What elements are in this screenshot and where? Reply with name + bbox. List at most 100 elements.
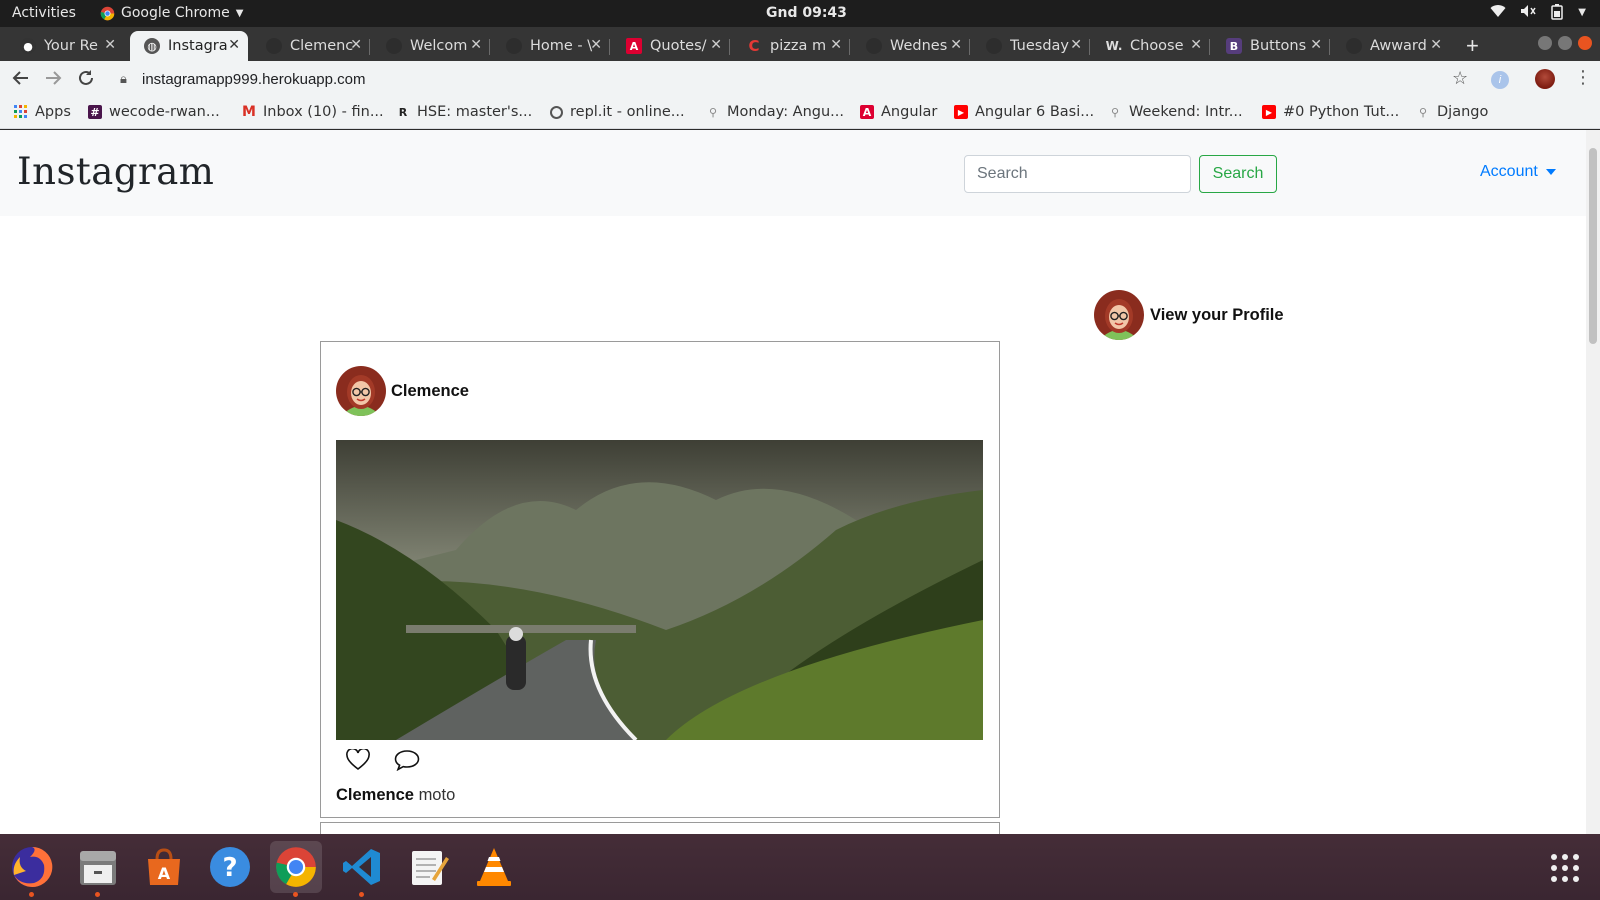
tab-strip: ● Your Re ✕ ◍ Instagra ✕ Clemenc ✕ Welco… xyxy=(0,27,1600,61)
bookmark-weekend[interactable]: ⚲ Weekend: Intr... xyxy=(1108,104,1243,120)
bookmark-label: Monday: Angu... xyxy=(727,104,845,120)
bookmark-inbox[interactable]: M Inbox (10) - fin... xyxy=(242,104,384,120)
running-indicator xyxy=(359,892,364,897)
bookmark-label: #0 Python Tut... xyxy=(1283,104,1400,120)
bookmark-angular[interactable]: A Angular xyxy=(860,104,937,120)
tab-2[interactable]: Clemenc ✕ xyxy=(252,31,370,61)
close-icon[interactable]: ✕ xyxy=(710,37,722,53)
reload-icon[interactable] xyxy=(77,69,95,92)
avatar[interactable] xyxy=(336,366,386,416)
tab-4[interactable]: Home - \ ✕ xyxy=(492,31,610,61)
page-scrollbar[interactable] xyxy=(1586,130,1600,834)
help-icon[interactable]: ? xyxy=(204,841,256,893)
activities-button[interactable]: Activities xyxy=(12,5,76,21)
search-input[interactable] xyxy=(964,155,1191,193)
post-username[interactable]: Clemence xyxy=(391,382,469,401)
tab-8[interactable]: Tuesday ✕ xyxy=(972,31,1090,61)
bookmark-label: wecode-rwan... xyxy=(109,104,220,120)
close-icon[interactable]: ✕ xyxy=(830,37,842,53)
profile-avatar-icon[interactable] xyxy=(1535,69,1555,89)
globe-icon: ◍ xyxy=(144,38,160,54)
lock-icon[interactable]: 🔒︎ xyxy=(120,71,127,87)
text-editor-icon[interactable] xyxy=(402,841,454,893)
tab-3[interactable]: Welcom ✕ xyxy=(372,31,490,61)
account-label: Account xyxy=(1480,163,1538,180)
close-icon[interactable]: ✕ xyxy=(1430,37,1442,53)
close-icon[interactable]: ✕ xyxy=(1310,37,1322,53)
bookmark-python[interactable]: ▶ #0 Python Tut... xyxy=(1262,104,1399,120)
view-profile-link[interactable]: View your Profile xyxy=(1094,290,1284,340)
show-applications-button[interactable] xyxy=(1551,854,1579,882)
maximize-button[interactable] xyxy=(1558,36,1572,50)
tab-11[interactable]: Awward ✕ xyxy=(1332,31,1450,61)
tab-0[interactable]: ● Your Re ✕ xyxy=(6,31,124,61)
account-dropdown[interactable]: Account xyxy=(1480,163,1556,181)
menu-kebab-icon[interactable]: ⋮ xyxy=(1574,67,1592,88)
vscode-icon[interactable] xyxy=(336,841,388,897)
system-tray[interactable]: ▼ xyxy=(1490,4,1586,24)
bookmark-replit[interactable]: repl.it - online... xyxy=(550,104,685,120)
scrollbar-thumb[interactable] xyxy=(1589,148,1597,344)
github-icon xyxy=(866,38,882,54)
close-icon[interactable]: ✕ xyxy=(228,37,240,53)
forward-arrow-icon[interactable] xyxy=(44,69,62,92)
new-tab-button[interactable]: + xyxy=(1466,33,1479,59)
close-icon[interactable]: ✕ xyxy=(1190,37,1202,53)
bookmark-wecode[interactable]: # wecode-rwan... xyxy=(88,104,220,120)
star-icon[interactable]: ☆ xyxy=(1452,68,1468,89)
bookmark-hse[interactable]: R HSE: master's... xyxy=(396,104,533,120)
youtube-icon: ▶ xyxy=(954,105,968,119)
minimize-button[interactable] xyxy=(1538,36,1552,50)
vlc-icon[interactable] xyxy=(468,841,520,893)
back-arrow-icon[interactable] xyxy=(12,69,30,92)
close-icon[interactable]: ✕ xyxy=(590,37,602,53)
bookmark-monday[interactable]: ⚲ Monday: Angu... xyxy=(706,104,844,120)
chevron-down-icon: ▼ xyxy=(235,7,244,19)
tab-6[interactable]: C pizza m ✕ xyxy=(732,31,850,61)
post-actions xyxy=(346,747,420,776)
firefox-icon[interactable] xyxy=(6,841,58,897)
clock[interactable]: Gnd 09:43 xyxy=(766,5,847,21)
bookmark-label: Django xyxy=(1437,104,1489,120)
caption-username[interactable]: Clemence xyxy=(336,786,414,804)
angular-icon: A xyxy=(626,38,642,54)
heart-icon[interactable] xyxy=(346,747,370,776)
pin-icon: ⚲ xyxy=(1418,105,1428,119)
page-viewport: Instagram Search Account View your Profi… xyxy=(0,130,1586,834)
app-name: Google Chrome xyxy=(121,5,230,21)
close-window-button[interactable] xyxy=(1578,36,1592,50)
close-icon[interactable]: ✕ xyxy=(1070,37,1082,53)
close-icon[interactable]: ✕ xyxy=(950,37,962,53)
post-image[interactable] xyxy=(336,440,983,740)
close-icon[interactable]: ✕ xyxy=(350,37,362,53)
tab-10[interactable]: B Buttons ✕ xyxy=(1212,31,1330,61)
url-text[interactable]: instagramapp999.herokuapp.com xyxy=(142,71,365,88)
app-menu[interactable]: Google Chrome ▼ xyxy=(100,5,243,21)
github-icon xyxy=(266,38,282,54)
close-icon[interactable]: ✕ xyxy=(470,37,482,53)
address-bar[interactable]: 🔒︎ instagramapp999.herokuapp.com xyxy=(112,65,1482,95)
w3schools-icon: W. xyxy=(1105,39,1123,53)
comment-icon[interactable] xyxy=(394,749,420,776)
youtube-icon: ▶ xyxy=(1262,105,1276,119)
svg-text:A: A xyxy=(158,864,171,883)
bookmarks-bar: Apps # wecode-rwan... M Inbox (10) - fin… xyxy=(0,99,1600,129)
bookmark-angular-6[interactable]: ▶ Angular 6 Basi... xyxy=(954,104,1094,120)
files-icon[interactable] xyxy=(72,841,124,897)
tab-7[interactable]: Wednes ✕ xyxy=(852,31,970,61)
tab-1-active[interactable]: ◍ Instagra ✕ xyxy=(130,31,248,61)
extension-icon[interactable]: i xyxy=(1491,71,1509,89)
software-center-icon[interactable]: A xyxy=(138,841,190,893)
post-card: Clemence Clemence moto xyxy=(320,341,1000,818)
chrome-icon[interactable] xyxy=(270,841,322,897)
post-caption: Clemence moto xyxy=(336,786,455,805)
tab-5[interactable]: A Quotes/ ✕ xyxy=(612,31,730,61)
bookmark-apps[interactable]: Apps xyxy=(14,104,71,120)
brand-logo[interactable]: Instagram xyxy=(17,150,214,193)
bookmark-django[interactable]: ⚲ Django xyxy=(1416,104,1488,120)
apps-grid-icon xyxy=(14,105,28,119)
search-button[interactable]: Search xyxy=(1199,155,1277,193)
pin-icon: ⚲ xyxy=(708,105,718,119)
tab-9[interactable]: W. Choose ✕ xyxy=(1092,31,1210,61)
close-icon[interactable]: ✕ xyxy=(104,37,116,53)
